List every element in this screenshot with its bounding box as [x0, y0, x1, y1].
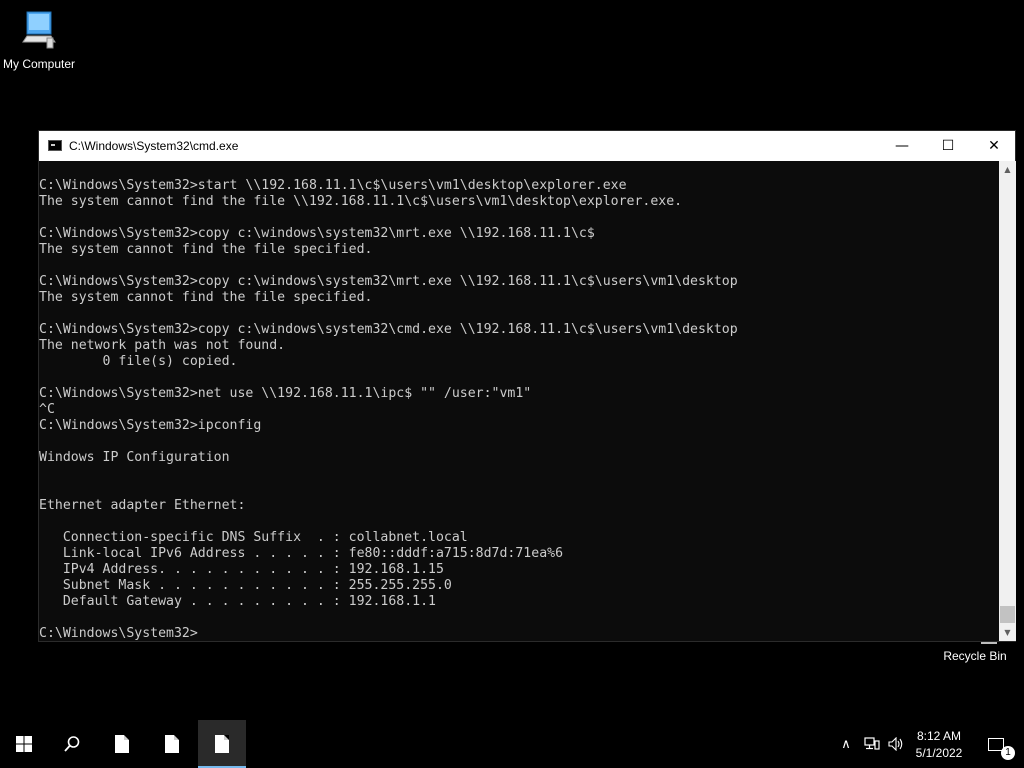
vertical-scrollbar[interactable]: ▲ ▼ [999, 161, 1016, 641]
computer-icon [22, 11, 56, 49]
minimize-button[interactable]: — [879, 131, 925, 161]
window-titlebar[interactable]: C:\Windows\System32\cmd.exe — ☐ ✕ [39, 131, 1015, 161]
console-line: ^C [39, 402, 55, 417]
console-line: Subnet Mask . . . . . . . . . . . : 255.… [39, 578, 452, 593]
start-button[interactable] [0, 720, 48, 768]
recycle-bin-label: Recycle Bin [943, 649, 1007, 663]
console-line: C:\Windows\System32>ipconfig [39, 418, 262, 433]
console-line: The network path was not found. [39, 338, 286, 353]
clock-time: 8:12 AM [916, 729, 962, 743]
scroll-up-arrow-icon[interactable]: ▲ [999, 161, 1016, 178]
windows-logo-icon [16, 736, 32, 752]
console-line: C:\Windows\System32>copy c:\windows\syst… [39, 322, 738, 337]
my-computer-label: My Computer [2, 57, 76, 71]
scroll-down-arrow-icon[interactable]: ▼ [999, 624, 1016, 641]
console-output[interactable]: C:\Windows\System32>start \\192.168.11.1… [39, 161, 999, 641]
taskbar-app-2[interactable] [148, 720, 196, 768]
search-button[interactable] [48, 720, 96, 768]
console-line: The system cannot find the file \\192.16… [39, 194, 683, 209]
console-line: Default Gateway . . . . . . . . . : 192.… [39, 594, 436, 609]
my-computer-shortcut[interactable]: My Computer [0, 8, 81, 71]
taskbar: ∧ 8:12 AM 5/1/2022 1 [0, 720, 1024, 768]
clock-date: 5/1/2022 [915, 746, 963, 760]
console-line: C:\Windows\System32>copy c:\windows\syst… [39, 226, 595, 241]
console-line: Ethernet adapter Ethernet: [39, 498, 246, 513]
console-line: C:\Windows\System32>start \\192.168.11.1… [39, 178, 627, 193]
console-line: IPv4 Address. . . . . . . . . . . : 192.… [39, 562, 444, 577]
close-button[interactable]: ✕ [971, 131, 1017, 161]
document-icon [115, 735, 129, 753]
console-line: The system cannot find the file specifie… [39, 290, 373, 305]
console-line: 0 file(s) copied. [39, 354, 238, 369]
notification-icon: 1 [988, 737, 1015, 760]
cmd-window: C:\Windows\System32\cmd.exe — ☐ ✕ C:\Win… [38, 130, 1016, 642]
console-line: Link-local IPv6 Address . . . . . : fe80… [39, 546, 564, 561]
console-line: C:\Windows\System32>net use \\192.168.11… [39, 386, 532, 401]
action-center-button[interactable]: 1 [976, 720, 1016, 768]
show-hidden-icons-chevron-icon[interactable]: ∧ [836, 720, 856, 768]
console-line: The system cannot find the file specifie… [39, 242, 373, 257]
notification-count-badge: 1 [1001, 745, 1015, 760]
taskbar-app-3[interactable] [198, 720, 246, 768]
window-title: C:\Windows\System32\cmd.exe [69, 139, 239, 153]
volume-icon[interactable] [884, 720, 908, 768]
taskbar-app-1[interactable] [98, 720, 146, 768]
clock[interactable]: 8:12 AM 5/1/2022 [908, 728, 970, 762]
console-line: Connection-specific DNS Suffix . : colla… [39, 530, 468, 545]
document-icon [165, 735, 179, 753]
maximize-button[interactable]: ☐ [925, 131, 971, 161]
cmd-app-icon [48, 140, 62, 151]
document-icon [215, 735, 229, 753]
network-icon[interactable] [860, 720, 884, 768]
search-icon [64, 736, 80, 752]
console-line: Windows IP Configuration [39, 450, 230, 465]
console-line: C:\Windows\System32> [39, 626, 198, 641]
scroll-thumb[interactable] [1000, 606, 1015, 623]
console-line: C:\Windows\System32>copy c:\windows\syst… [39, 274, 738, 289]
